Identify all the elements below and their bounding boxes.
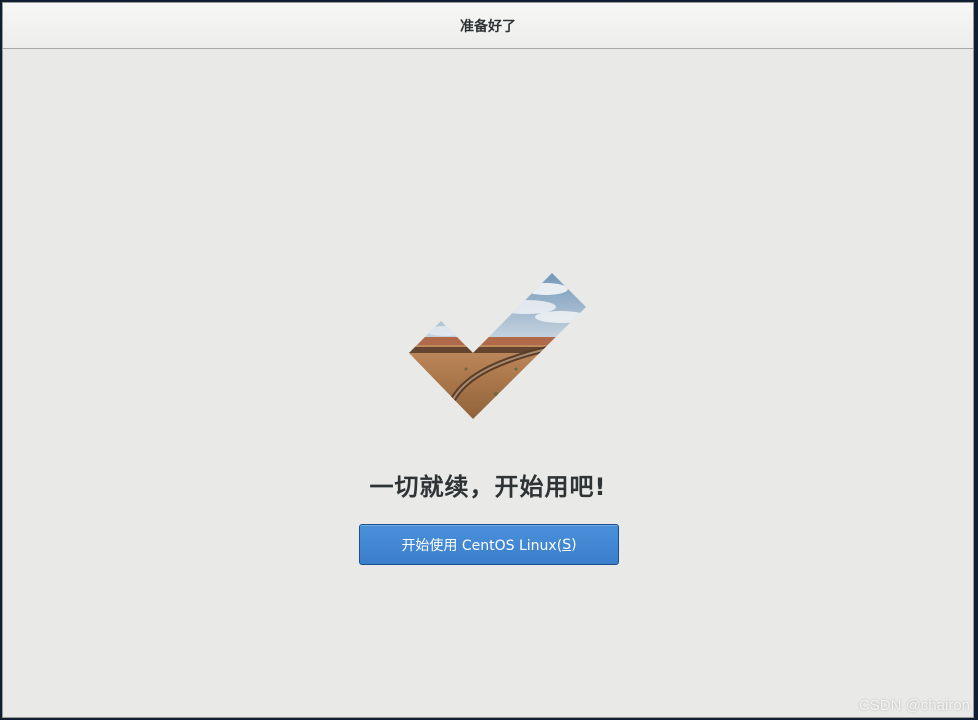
ready-headline: 一切就续，开始用吧! (369, 473, 607, 501)
start-button-label-prefix: 开始使用 CentOS Linux( (401, 537, 563, 554)
window-title: 准备好了 (460, 18, 516, 35)
title-bar: 准备好了 (3, 3, 973, 49)
checkmark-landscape-icon (409, 273, 586, 419)
setup-window: 准备好了 一切就续，开始用吧! 开始使用 CentOS Linux(S) (2, 2, 974, 718)
start-button-label-suffix: ) (571, 536, 577, 553)
watermark-text: CSDN @chairon (858, 697, 970, 714)
start-using-button[interactable]: 开始使用 CentOS Linux(S) (359, 524, 619, 565)
start-button-mnemonic: S (562, 536, 572, 553)
